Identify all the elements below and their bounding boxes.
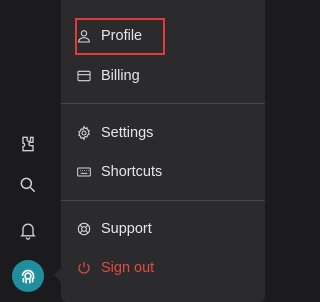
- avatar[interactable]: [12, 260, 44, 292]
- search-icon[interactable]: [17, 174, 39, 196]
- credit-card-icon: [75, 67, 93, 85]
- lifebuoy-icon: [75, 220, 93, 238]
- power-icon: [75, 259, 93, 277]
- menu-item-sign-out[interactable]: Sign out: [75, 251, 255, 285]
- extensions-icon[interactable]: [17, 133, 39, 155]
- icon-rail: [0, 0, 58, 302]
- menu-divider: [61, 200, 265, 201]
- menu-item-label: Settings: [101, 125, 154, 141]
- menu-item-billing[interactable]: Billing: [75, 59, 255, 93]
- menu-item-label: Billing: [101, 68, 140, 84]
- menu-item-support[interactable]: Support: [75, 212, 255, 246]
- menu-item-label: Shortcuts: [101, 164, 163, 180]
- menu-item-profile[interactable]: Profile: [75, 19, 255, 53]
- menu-item-settings[interactable]: Settings: [75, 116, 255, 150]
- app-shell: Profile Billing Settings Shortcuts Suppo…: [0, 0, 265, 302]
- menu-item-shortcuts[interactable]: Shortcuts: [75, 155, 255, 189]
- account-menu: Profile Billing Settings Shortcuts Suppo…: [54, 0, 265, 302]
- menu-divider: [61, 103, 265, 104]
- menu-item-label: Support: [101, 221, 152, 237]
- notifications-icon[interactable]: [17, 219, 39, 241]
- gear-icon: [75, 124, 93, 142]
- keyboard-icon: [75, 163, 93, 181]
- user-icon: [75, 27, 93, 45]
- menu-item-label: Sign out: [101, 260, 155, 276]
- menu-item-label: Profile: [101, 28, 143, 44]
